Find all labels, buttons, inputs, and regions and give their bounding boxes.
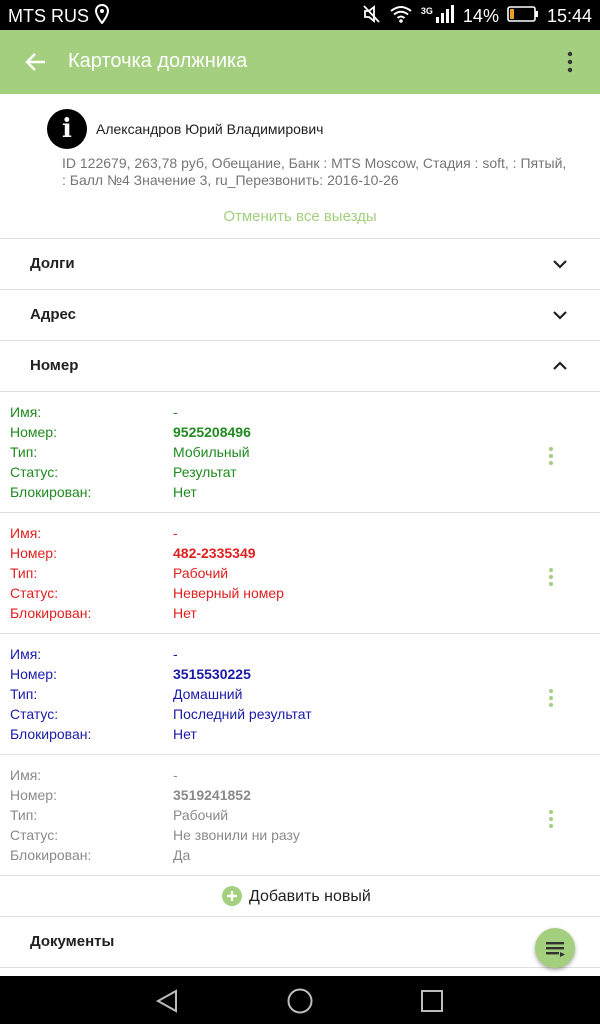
blocked-value: Нет: [173, 726, 197, 742]
blocked-label: Блокирован:: [10, 484, 92, 500]
type-value: Рабочий: [173, 807, 229, 823]
type-label: Тип:: [10, 444, 38, 460]
chevron-down-icon: [552, 256, 568, 272]
section-number[interactable]: Номер: [0, 341, 600, 392]
name-label: Имя:: [10, 646, 42, 662]
number-value: 9525208496: [173, 424, 251, 440]
status-value: Результат: [173, 464, 237, 480]
name-label: Имя:: [10, 404, 42, 420]
more-vert-icon[interactable]: [546, 688, 556, 708]
carrier-label: MTS RUS: [8, 6, 89, 26]
info-icon: i: [47, 109, 87, 149]
page-title: Карточка должника: [68, 50, 248, 72]
status-value: Неверный номер: [173, 585, 284, 601]
debtor-name: Александров Юрий Владимирович: [96, 121, 324, 137]
chevron-up-icon: [552, 358, 568, 374]
name-value: -: [173, 525, 178, 541]
list-fab-button[interactable]: [535, 928, 575, 968]
more-vert-icon[interactable]: [546, 809, 556, 829]
debtor-details: ID 122679, 263,78 руб, Обещание, Банк : …: [62, 155, 567, 188]
status-label: Статус:: [10, 706, 59, 722]
section-address[interactable]: Адрес: [0, 290, 600, 341]
section-debts[interactable]: Долги: [0, 239, 600, 290]
back-arrow-icon[interactable]: [22, 48, 50, 76]
battery-percent: 14%: [462, 6, 499, 26]
section-debts-label: Долги: [30, 255, 75, 272]
screen: MTS RUS 3G 14% 15:44 Карточка должника i…: [0, 0, 600, 1024]
number-value: 3515530225: [173, 666, 251, 682]
phone-entry[interactable]: Имя: - Номер: 482-2335349 Тип: Рабочий Стат…: [0, 513, 600, 634]
blocked-label: Блокирован:: [10, 847, 92, 863]
status-value: Последний результат: [173, 706, 312, 722]
status-bar: MTS RUS 3G 14% 15:44: [0, 0, 600, 30]
home-circle-icon[interactable]: [286, 987, 314, 1015]
signal-icon: [435, 4, 455, 29]
more-vert-icon[interactable]: [546, 446, 556, 466]
type-value: Мобильный: [173, 444, 250, 460]
number-label: Номер:: [10, 424, 57, 440]
status-value: Не звонили ни разу: [173, 827, 300, 843]
number-value: 482-2335349: [173, 545, 256, 561]
blocked-value: Нет: [173, 484, 197, 500]
blocked-label: Блокирован:: [10, 726, 92, 742]
number-label: Номер:: [10, 666, 57, 682]
wifi-icon: [389, 4, 413, 29]
section-address-label: Адрес: [30, 306, 77, 323]
type-label: Тип:: [10, 565, 38, 581]
phone-entry[interactable]: Имя: - Номер: 3515530225 Тип: Домашний Стат…: [0, 634, 600, 755]
phone-entry[interactable]: Имя: - Номер: 9525208496 Тип: Мобильный Ста…: [0, 392, 600, 513]
plus-circle-icon: [222, 886, 242, 906]
more-vert-icon[interactable]: [546, 567, 556, 587]
chevron-down-icon: [552, 307, 568, 323]
back-triangle-icon[interactable]: [154, 987, 182, 1015]
network-type-label: 3G: [420, 5, 433, 16]
number-label: Номер:: [10, 545, 57, 561]
type-label: Тип:: [10, 686, 38, 702]
system-nav-bar: [0, 976, 600, 1024]
more-vert-icon[interactable]: [560, 50, 580, 74]
section-number-label: Номер: [30, 357, 79, 374]
type-value: Рабочий: [173, 565, 229, 581]
section-documents-label: Документы: [30, 933, 115, 950]
type-label: Тип:: [10, 807, 38, 823]
blocked-value: Да: [173, 847, 191, 863]
clock: 15:44: [546, 6, 592, 26]
cancel-all-visits-link[interactable]: Отменить все выезды: [0, 208, 600, 225]
number-label: Номер:: [10, 787, 57, 803]
name-value: -: [173, 646, 178, 662]
name-label: Имя:: [10, 767, 42, 783]
list-icon: [546, 942, 565, 957]
name-value: -: [173, 767, 178, 783]
debtor-card: i Александров Юрий Владимирович ID 12267…: [0, 94, 600, 239]
app-bar: Карточка должника: [0, 30, 600, 94]
battery-icon: [507, 5, 539, 28]
blocked-label: Блокирован:: [10, 605, 92, 621]
location-icon: [94, 3, 110, 29]
recents-square-icon[interactable]: [418, 987, 446, 1015]
name-label: Имя:: [10, 525, 42, 541]
name-value: -: [173, 404, 178, 420]
type-value: Домашний: [173, 686, 243, 702]
section-documents[interactable]: Документы: [0, 917, 600, 968]
number-value: 3519241852: [173, 787, 251, 803]
status-label: Статус:: [10, 827, 59, 843]
phone-entry[interactable]: Имя: - Номер: 3519241852 Тип: Рабочий Стату…: [0, 755, 600, 876]
add-new-button[interactable]: Добавить новый: [0, 876, 600, 917]
mute-icon: [363, 4, 381, 29]
status-label: Статус:: [10, 464, 59, 480]
add-new-label: Добавить новый: [249, 888, 371, 905]
status-label: Статус:: [10, 585, 59, 601]
blocked-value: Нет: [173, 605, 197, 621]
